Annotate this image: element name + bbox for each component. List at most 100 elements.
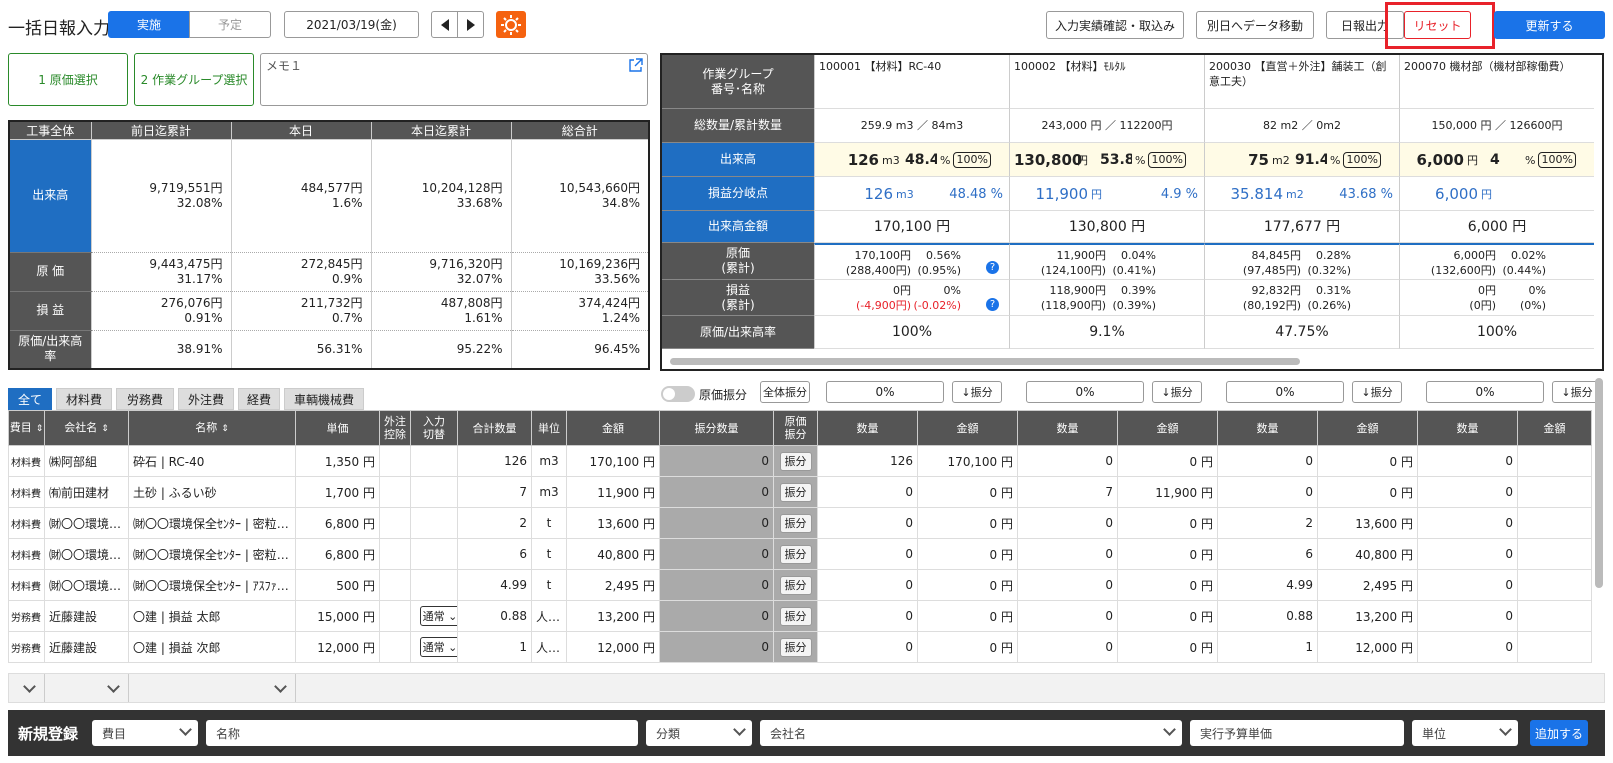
alloc-percent-input[interactable]: 0%	[1426, 381, 1544, 403]
external-link-icon[interactable]	[628, 58, 643, 73]
main-table-wrap: 費目 ⇕ 会社名 ⇕ 名称 ⇕ 単価 外注 控除 入力 切替 合計数量 単位 金額 振分数量 原価 振分数…	[0, 410, 1595, 675]
prev-day-button[interactable]	[431, 11, 458, 38]
move-data-button[interactable]: 別日へデータ移動	[1196, 11, 1314, 39]
table-cell: 40,800 円	[1317, 538, 1418, 570]
alloc-qty-cell[interactable]: 0	[659, 538, 774, 570]
input-switch-cell[interactable]: 通常 ⌄	[410, 600, 458, 632]
input-switch-cell[interactable]	[410, 445, 458, 477]
new-category-select[interactable]: 分類	[646, 720, 752, 746]
table-cell: 4.99	[457, 569, 532, 601]
group-qty: 130,800	[1014, 151, 1083, 169]
table-header[interactable]: 会社名 ⇕	[44, 410, 129, 446]
alloc-row-button[interactable]: 振分	[779, 606, 812, 626]
next-day-button[interactable]	[457, 11, 484, 38]
alloc-qty-cell[interactable]: 0	[659, 445, 774, 477]
alloc-row-button[interactable]: 振分	[779, 482, 812, 502]
table-cell: 0	[817, 507, 918, 539]
alloc-percent-input[interactable]: 0%	[1226, 381, 1344, 403]
alloc-qty-cell[interactable]: 0	[659, 569, 774, 601]
toggle-actual[interactable]: 実施	[108, 11, 190, 38]
help-icon[interactable]: ?	[986, 298, 999, 311]
input-switch-select[interactable]: 通常 ⌄	[419, 606, 457, 626]
new-cost-type-select[interactable]: 費目	[92, 720, 198, 746]
alloc-qty-cell[interactable]: 0	[659, 600, 774, 632]
summary-percent: 1.61%	[464, 310, 503, 325]
cost-select-button[interactable]: 1 原価選択	[8, 53, 128, 106]
tab-2[interactable]: 労務費	[116, 388, 174, 410]
table-header[interactable]: 名称 ⇕	[128, 410, 296, 446]
input-switch-cell[interactable]	[410, 538, 458, 570]
sun-icon	[501, 14, 521, 35]
group-rate[interactable]: 91.46	[1295, 152, 1327, 168]
table-cell: 13,600 円	[1317, 507, 1418, 539]
alloc-percent-input[interactable]: 0%	[1026, 381, 1144, 403]
new-budget-price-input[interactable]: 実行予算単価	[1190, 720, 1404, 746]
group-rate[interactable]: 48.48	[905, 152, 937, 168]
percent-100-button[interactable]: 100%	[1538, 152, 1576, 168]
new-entry-title: 新規登録	[18, 725, 79, 743]
allocate-all-button[interactable]: 全体振分	[760, 381, 810, 403]
tab-0[interactable]: 全て	[8, 388, 52, 410]
summary-cell: 9,719,551円 32.08%	[90, 139, 231, 253]
alloc-qty-cell[interactable]: 0	[659, 631, 774, 663]
date-field[interactable]: 2021/03/19(金)	[284, 11, 419, 38]
alloc-row-button[interactable]: 振分	[779, 637, 812, 657]
weather-button[interactable]	[496, 11, 526, 38]
alloc-row-button[interactable]: 振分	[779, 451, 812, 471]
alloc-qty-cell[interactable]: 0	[659, 476, 774, 508]
tab-4[interactable]: 経費	[238, 388, 280, 410]
filter-name[interactable]	[129, 674, 296, 702]
summary-row: 原価/出来高率 38.91% 56.31% 95.22% 96.45%	[8, 330, 649, 370]
alloc-row-button[interactable]: 振分	[779, 544, 812, 564]
breakeven-unit: 円	[1091, 188, 1102, 201]
memo-field[interactable]: メモ１	[260, 53, 648, 106]
allocation-toggle[interactable]	[661, 386, 695, 402]
reset-button[interactable]: リセット	[1404, 11, 1471, 39]
alloc-button-cell: 振分	[773, 476, 818, 508]
sort-icon[interactable]: ⇕	[221, 424, 229, 434]
tab-1[interactable]: 材料費	[56, 388, 112, 410]
percent-100-button[interactable]: 100%	[1148, 152, 1186, 168]
table-cell: 0 円	[917, 569, 1018, 601]
new-name-input[interactable]: 名称	[206, 720, 638, 746]
sort-icon[interactable]: ⇕	[101, 424, 109, 434]
input-switch-cell[interactable]	[410, 569, 458, 601]
input-switch-select[interactable]: 通常 ⌄	[419, 637, 457, 657]
percent-100-button[interactable]: 100%	[1343, 152, 1381, 168]
help-icon[interactable]: ?	[986, 261, 999, 274]
confirm-import-button[interactable]: 入力実績確認・取込み	[1046, 11, 1184, 39]
alloc-qty-cell[interactable]: 0	[659, 507, 774, 539]
table-cell	[1517, 569, 1592, 601]
table-cell	[1517, 445, 1592, 477]
tab-3[interactable]: 外注費	[178, 388, 234, 410]
filter-cost-type[interactable]	[9, 674, 45, 702]
group-rate[interactable]: 53.83	[1100, 152, 1132, 168]
alloc-down-button[interactable]: ↓振分	[952, 381, 1002, 403]
vertical-scrollbar[interactable]	[1595, 378, 1603, 588]
table-cell: 材料費	[8, 569, 45, 601]
sort-icon[interactable]: ⇕	[36, 424, 44, 434]
percent-100-button[interactable]: 100%	[953, 152, 991, 168]
input-switch-cell[interactable]	[410, 507, 458, 539]
filter-company[interactable]	[45, 674, 129, 702]
alloc-row-button[interactable]: 振分	[779, 513, 812, 533]
add-button[interactable]: 追加する	[1530, 720, 1588, 746]
alloc-down-button[interactable]: ↓振分	[1152, 381, 1202, 403]
group-select-button[interactable]: 2 作業グループ選択	[134, 53, 254, 106]
cost-cumulative: (288,400円)	[845, 264, 911, 277]
new-company-select[interactable]: 会社名	[760, 720, 1182, 746]
new-unit-select[interactable]: 単位	[1412, 720, 1518, 746]
tab-5[interactable]: 車輌機械費	[284, 388, 364, 410]
group-rate[interactable]: 4	[1490, 152, 1522, 168]
alloc-row-button[interactable]: 振分	[779, 575, 812, 595]
alloc-percent-input[interactable]: 0%	[826, 381, 944, 403]
alloc-down-button[interactable]: ↓振分	[1352, 381, 1402, 403]
input-switch-cell[interactable]	[410, 476, 458, 508]
update-button[interactable]: 更新する	[1494, 11, 1605, 39]
group-grid-scrollbar[interactable]	[670, 358, 1300, 365]
toggle-plan[interactable]: 予定	[189, 11, 271, 38]
input-switch-cell[interactable]: 通常 ⌄	[410, 631, 458, 663]
group-cell: 126m348.48%100%	[814, 143, 1009, 177]
table-header[interactable]: 費目 ⇕	[8, 410, 45, 446]
allocation-toggle-label: 原価振分	[699, 388, 748, 402]
